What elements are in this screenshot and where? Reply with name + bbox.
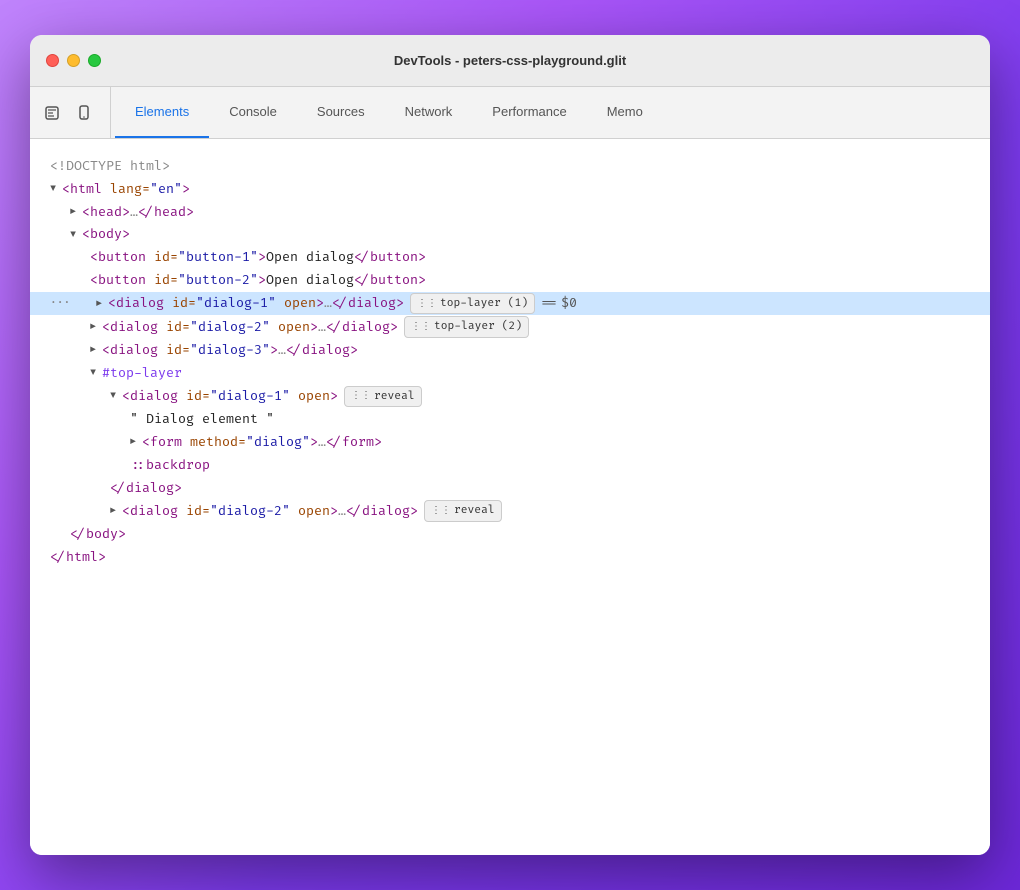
body-triangle[interactable]: ▼ xyxy=(70,227,82,243)
head-triangle[interactable]: ▶ xyxy=(70,204,82,220)
line-body-close: </body> xyxy=(50,523,970,546)
line-dialog-2: ▶<dialog id="dialog-2" open>…</dialog> ⋮… xyxy=(50,315,970,339)
line-dialog-2-inner: ▶<dialog id="dialog-2" open>…</dialog> ⋮… xyxy=(50,499,970,523)
line-doctype: <!DOCTYPE html> xyxy=(50,155,970,178)
toolbar: Elements Console Sources Network Perform… xyxy=(30,87,990,139)
line-backdrop: ::backdrop xyxy=(50,454,970,477)
dialog2-triangle[interactable]: ▶ xyxy=(90,319,102,335)
line-body-open: ▼<body> xyxy=(50,223,970,246)
devtools-window: DevTools - peters-css-playground.glit El… xyxy=(30,35,990,855)
line-dialog-1-inner: ▼<dialog id="dialog-1" open> ⋮⋮ reveal xyxy=(50,385,970,409)
line-button-1: <button id="button-1">Open dialog</butto… xyxy=(50,246,970,269)
device-icon xyxy=(76,105,92,121)
close-button[interactable] xyxy=(46,54,59,67)
line-dialog-3: ▶<dialog id="dialog-3">…</dialog> xyxy=(50,339,970,362)
cursor-icon xyxy=(44,105,60,121)
dialog2-inner-triangle[interactable]: ▶ xyxy=(110,503,122,519)
window-title: DevTools - peters-css-playground.glit xyxy=(394,53,626,68)
doctype-text: <!DOCTYPE html> xyxy=(50,156,170,177)
form-triangle[interactable]: ▶ xyxy=(130,434,142,450)
top-layer-2-badge[interactable]: ⋮⋮ top-layer (2) xyxy=(404,316,529,338)
toolbar-icons xyxy=(38,87,111,138)
tab-network[interactable]: Network xyxy=(385,87,473,138)
line-html-close: </html> xyxy=(50,546,970,569)
line-html-open: ▼<html lang="en"> xyxy=(50,178,970,201)
maximize-button[interactable] xyxy=(88,54,101,67)
line-button-2: <button id="button-2">Open dialog</butto… xyxy=(50,269,970,292)
tab-console[interactable]: Console xyxy=(209,87,297,138)
minimize-button[interactable] xyxy=(67,54,80,67)
device-toggle-button[interactable] xyxy=(70,99,98,127)
traffic-lights xyxy=(46,54,101,67)
line-form: ▶<form method="dialog">…</form> xyxy=(50,431,970,454)
top-layer-1-badge[interactable]: ⋮⋮ top-layer (1) xyxy=(410,293,535,315)
titlebar: DevTools - peters-css-playground.glit xyxy=(30,35,990,87)
tab-elements[interactable]: Elements xyxy=(115,87,209,138)
top-layer-triangle[interactable]: ▼ xyxy=(90,365,102,381)
dialog1-inner-triangle[interactable]: ▼ xyxy=(110,388,122,404)
dialog3-triangle[interactable]: ▶ xyxy=(90,342,102,358)
dialog1-triangle[interactable]: ▶ xyxy=(96,296,108,312)
line-dialog-text: " Dialog element " xyxy=(50,408,970,431)
reveal-2-badge[interactable]: ⋮⋮ reveal xyxy=(424,500,502,522)
tab-sources[interactable]: Sources xyxy=(297,87,385,138)
line-dialog-close: </dialog> xyxy=(50,477,970,500)
tabs: Elements Console Sources Network Perform… xyxy=(115,87,982,138)
elements-panel: <!DOCTYPE html> ▼<html lang="en"> ▶<head… xyxy=(30,139,990,855)
tab-performance[interactable]: Performance xyxy=(472,87,586,138)
reveal-1-badge[interactable]: ⋮⋮ reveal xyxy=(344,386,422,408)
cursor-tool-button[interactable] xyxy=(38,99,66,127)
line-head: ▶<head>…</head> xyxy=(50,201,970,224)
tab-memory[interactable]: Memo xyxy=(587,87,663,138)
line-dots: ··· xyxy=(50,295,70,313)
html-triangle[interactable]: ▼ xyxy=(50,181,62,197)
line-top-layer: ▼#top-layer xyxy=(50,362,970,385)
line-dialog-1[interactable]: ··· ▶<dialog id="dialog-1" open>…</dialo… xyxy=(30,292,990,316)
